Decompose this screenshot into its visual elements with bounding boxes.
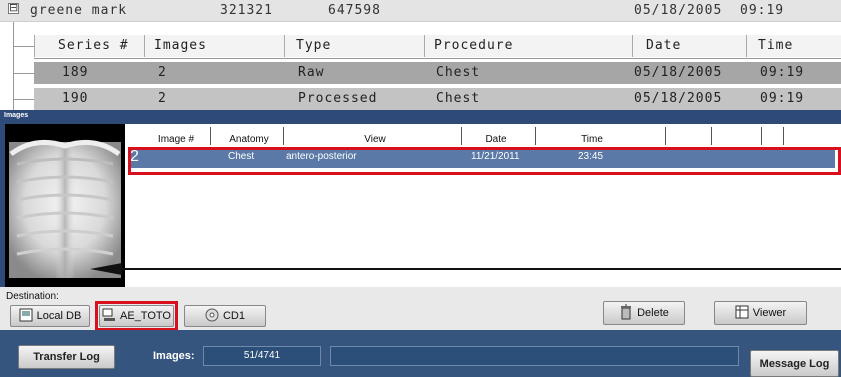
- local-db-label: Local DB: [36, 310, 82, 322]
- column-divider: [284, 35, 285, 57]
- col-header-images[interactable]: Images: [154, 38, 207, 53]
- images-panel-title: Images: [4, 112, 29, 119]
- series-time: 09:19: [760, 65, 805, 80]
- column-divider: [34, 35, 35, 57]
- column-divider[interactable]: [461, 127, 462, 145]
- series-number: 189: [62, 65, 89, 80]
- transfer-log-button[interactable]: Transfer Log: [18, 345, 115, 369]
- viewer-label: Viewer: [752, 307, 787, 319]
- column-divider[interactable]: [535, 127, 536, 145]
- column-divider[interactable]: [665, 127, 666, 145]
- series-type: Raw: [298, 65, 325, 80]
- col-header-image[interactable]: Image #: [147, 134, 205, 145]
- column-divider: [632, 35, 633, 57]
- tree-connector: [13, 73, 34, 74]
- arrow-left-icon: [90, 263, 841, 275]
- delete-button[interactable]: Delete: [603, 301, 685, 325]
- col-header-anatomy[interactable]: Anatomy: [219, 134, 279, 145]
- selection-highlight-box: [128, 147, 841, 175]
- series-number: 190: [62, 91, 89, 106]
- cd1-button[interactable]: CD1: [184, 305, 266, 327]
- column-divider: [424, 35, 425, 57]
- tree-connector: [13, 46, 34, 47]
- table-row[interactable]: 190 2 Processed Chest 05/18/2005 09:19: [34, 88, 841, 110]
- series-type: Processed: [298, 91, 378, 106]
- app-window: ⊟ greene mark 321321 647598 05/18/2005 0…: [0, 0, 841, 377]
- row-divider: [34, 58, 841, 59]
- column-divider: [144, 35, 145, 57]
- series-procedure: Chest: [436, 91, 481, 106]
- destination-label: Destination:: [6, 291, 59, 302]
- cd-icon: [205, 308, 219, 325]
- col-header-series[interactable]: Series #: [58, 38, 129, 53]
- tree-connector: [13, 22, 14, 110]
- tree-connector: [13, 99, 34, 100]
- column-divider: [746, 35, 747, 57]
- col-header-date[interactable]: Date: [646, 38, 681, 53]
- column-divider[interactable]: [210, 127, 211, 145]
- local-db-button[interactable]: Local DB: [10, 305, 90, 327]
- patient-name: greene mark: [30, 3, 128, 18]
- col-header-time[interactable]: Time: [758, 38, 793, 53]
- viewer-icon: [735, 305, 749, 322]
- col-header-view[interactable]: View: [295, 134, 455, 145]
- database-icon: [19, 308, 33, 325]
- column-divider[interactable]: [783, 127, 784, 145]
- series-images: 2: [158, 91, 167, 106]
- images-count-value: 51/4741: [203, 346, 321, 366]
- patient-id: 321321: [220, 3, 273, 18]
- images-count-label: Images:: [153, 350, 195, 362]
- cd1-label: CD1: [222, 310, 245, 322]
- delete-label: Delete: [637, 307, 669, 319]
- viewer-button[interactable]: Viewer: [714, 301, 807, 325]
- series-date: 05/18/2005: [634, 91, 723, 106]
- destination-highlight-box: [95, 301, 178, 331]
- transfer-progress-bar: [330, 346, 739, 366]
- column-divider[interactable]: [711, 127, 712, 145]
- message-log-button[interactable]: Message Log: [750, 350, 839, 377]
- column-divider[interactable]: [761, 127, 762, 145]
- image-list-header: Image # Anatomy View Date Time: [125, 134, 841, 148]
- series-images: 2: [158, 65, 167, 80]
- collapse-icon[interactable]: ⊟: [8, 2, 19, 14]
- series-table-header: Series # Images Type Procedure Date Time: [34, 35, 841, 57]
- series-tree: ⊟ greene mark 321321 647598 05/18/2005 0…: [0, 0, 841, 112]
- series-date: 05/18/2005: [634, 65, 723, 80]
- patient-row[interactable]: ⊟ greene mark 321321 647598 05/18/2005 0…: [0, 0, 841, 22]
- col-header-time[interactable]: Time: [557, 134, 627, 145]
- table-row[interactable]: 189 2 Raw Chest 05/18/2005 09:19: [34, 62, 841, 84]
- column-divider[interactable]: [283, 127, 284, 145]
- series-procedure: Chest: [436, 65, 481, 80]
- col-header-procedure[interactable]: Procedure: [434, 38, 513, 53]
- trash-icon: [619, 303, 633, 323]
- patient-date: 05/18/2005: [634, 3, 723, 18]
- patient-time: 09:19: [740, 3, 785, 18]
- series-time: 09:19: [760, 91, 805, 106]
- col-header-type[interactable]: Type: [296, 38, 331, 53]
- col-header-date[interactable]: Date: [467, 134, 525, 145]
- patient-accession: 647598: [328, 3, 381, 18]
